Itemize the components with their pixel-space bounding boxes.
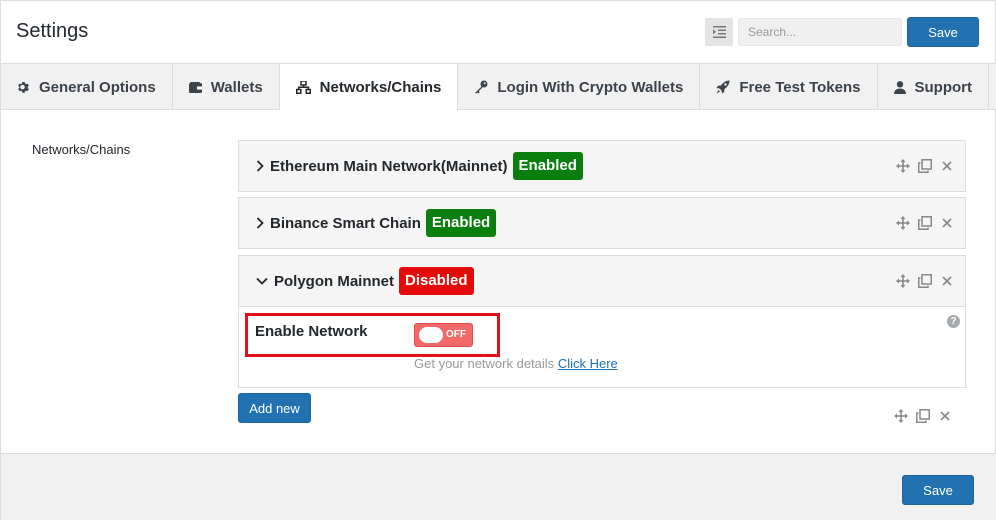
close-icon[interactable] [940, 274, 954, 288]
network-name: Ethereum Main Network(Mainnet) [270, 157, 508, 175]
search-input[interactable] [738, 18, 902, 46]
header: Settings Save [1, 1, 995, 63]
chevron-right-icon [256, 217, 264, 229]
item-controls [896, 198, 954, 248]
help-icon[interactable]: ? [947, 315, 960, 328]
duplicate-icon[interactable] [916, 409, 930, 423]
move-icon[interactable] [896, 159, 910, 173]
chevron-down-icon [256, 277, 268, 285]
tab-general-options[interactable]: General Options [1, 64, 173, 110]
enable-network-toggle[interactable]: OFF [414, 323, 473, 347]
move-icon[interactable] [896, 274, 910, 288]
tab-label: Networks/Chains [319, 79, 442, 96]
tab-bar: General Options Wallets Networks/Chains … [1, 63, 996, 111]
close-icon[interactable] [940, 216, 954, 230]
network-header[interactable]: Polygon Mainnet Disabled [239, 256, 965, 306]
chevron-right-icon [256, 160, 264, 172]
tab-label: Login With Crypto Wallets [497, 78, 684, 96]
status-badge: Disabled [399, 267, 474, 295]
close-icon[interactable] [940, 159, 954, 173]
tab-label: Support [914, 78, 973, 96]
add-new-button[interactable]: Add new [238, 393, 311, 423]
tab-support[interactable]: Support [878, 64, 989, 110]
section-label: Networks/Chains [32, 142, 131, 157]
help-text: Get your network details Click Here [414, 356, 618, 371]
duplicate-icon[interactable] [918, 159, 932, 173]
tab-spacer [989, 64, 996, 110]
save-button-bottom[interactable]: Save [902, 475, 974, 505]
item-controls [896, 141, 954, 191]
settings-panel: Settings Save General Options Wallets [0, 0, 996, 520]
item-controls [896, 256, 954, 306]
move-icon[interactable] [894, 409, 908, 423]
click-here-link[interactable]: Click Here [558, 356, 618, 371]
status-badge: Enabled [512, 152, 583, 180]
toggle-knob [419, 327, 443, 343]
save-button-top[interactable]: Save [907, 17, 979, 47]
network-name: Polygon Mainnet [274, 272, 394, 290]
key-icon [474, 80, 488, 94]
tab-free-test-tokens[interactable]: Free Test Tokens [700, 64, 878, 110]
network-item-ethereum: Ethereum Main Network(Mainnet) Enabled [238, 140, 966, 192]
footer: Save [1, 453, 996, 520]
network-item-polygon: Polygon Mainnet Disabled Enable Network … [238, 255, 966, 388]
network-item-binance: Binance Smart Chain Enabled [238, 197, 966, 249]
toggle-state: OFF [446, 329, 466, 340]
status-badge: Enabled [425, 209, 497, 237]
user-icon [893, 80, 906, 94]
template-controls [894, 409, 952, 423]
tab-label: Free Test Tokens [739, 78, 861, 96]
network-header[interactable]: Binance Smart Chain Enabled [239, 198, 965, 248]
tab-login-with-crypto-wallets[interactable]: Login With Crypto Wallets [458, 64, 701, 110]
gear-icon [17, 81, 30, 94]
duplicate-icon[interactable] [918, 216, 932, 230]
network-name: Binance Smart Chain [270, 214, 421, 232]
tab-networks-chains[interactable]: Networks/Chains [279, 64, 459, 111]
rocket-icon [716, 80, 730, 94]
page-title: Settings [16, 20, 89, 42]
move-icon[interactable] [896, 216, 910, 230]
expand-all-button[interactable] [705, 18, 733, 46]
network-settings-body: Enable Network OFF Get your network deta… [239, 306, 965, 387]
sitemap-icon [295, 81, 311, 94]
close-icon[interactable] [938, 409, 952, 423]
tab-label: Wallets [210, 78, 263, 96]
list-collapse-icon [712, 26, 726, 38]
network-header[interactable]: Ethereum Main Network(Mainnet) Enabled [239, 141, 965, 191]
duplicate-icon[interactable] [918, 274, 932, 288]
tab-label: General Options [39, 78, 156, 96]
tab-wallets[interactable]: Wallets [173, 64, 280, 110]
wallet-icon [188, 81, 202, 93]
